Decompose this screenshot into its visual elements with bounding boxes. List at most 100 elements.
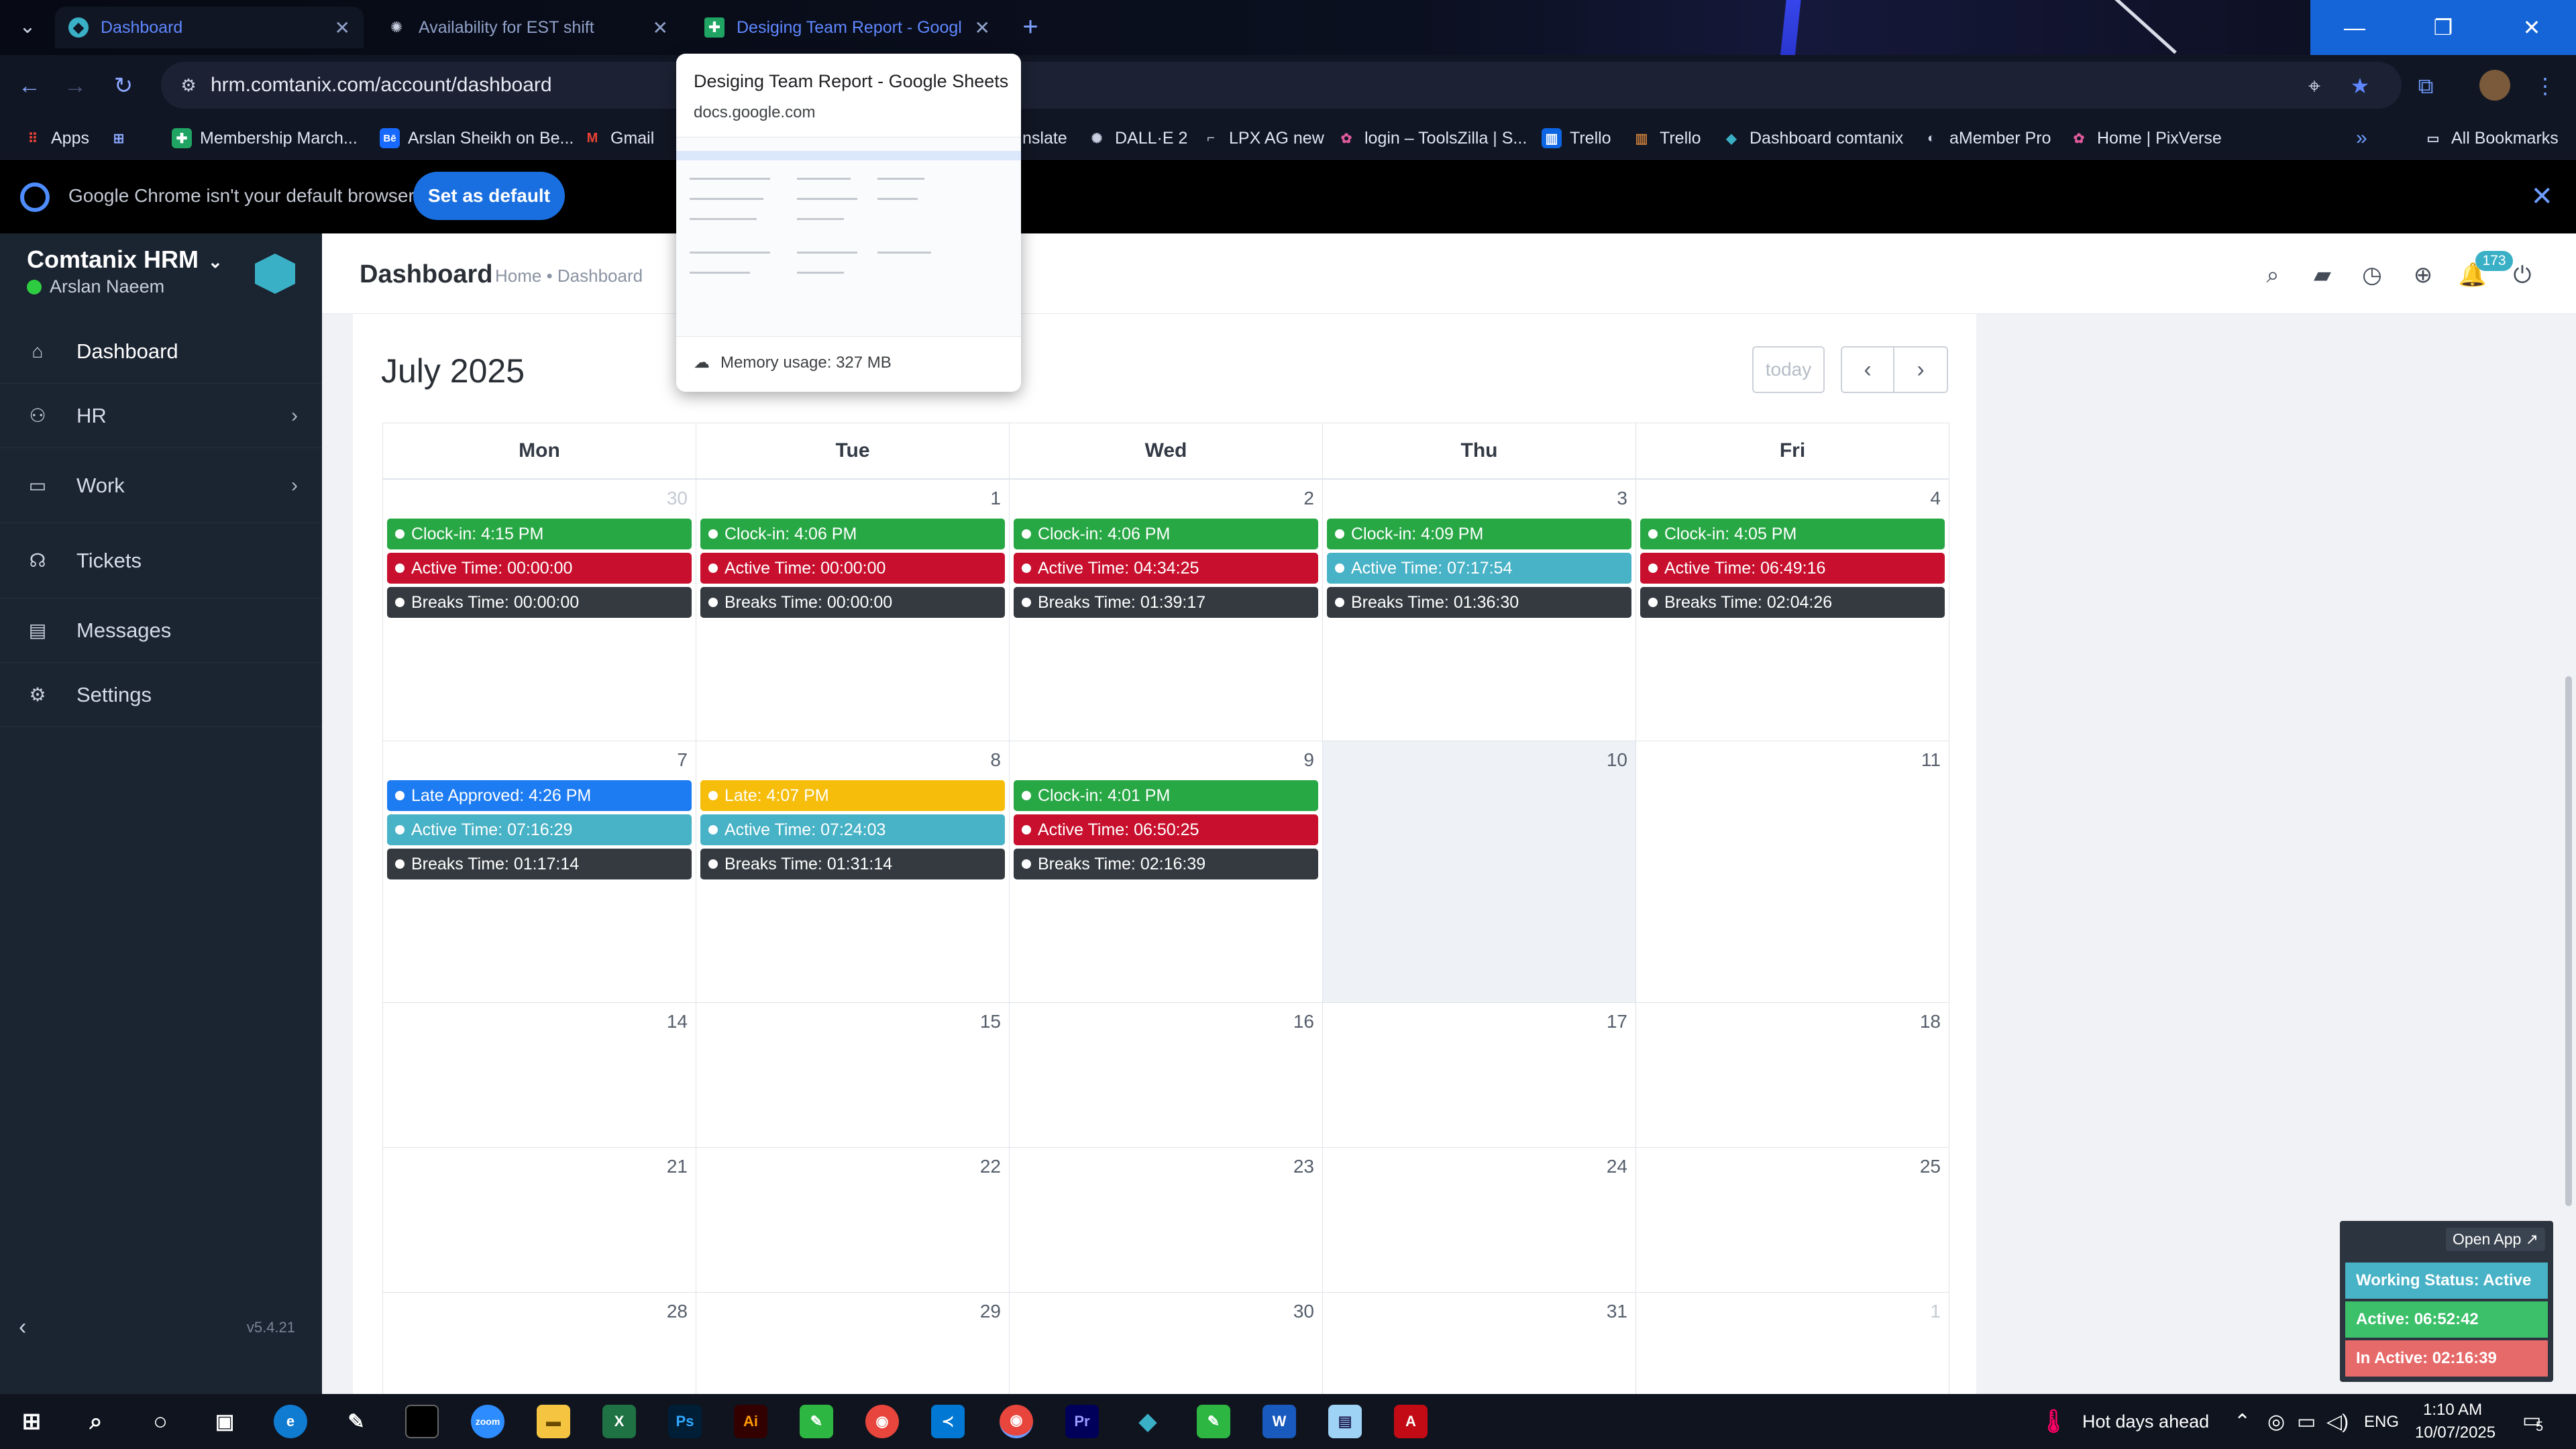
reload-button[interactable]: ↻: [106, 68, 141, 103]
day-number[interactable]: 31: [1607, 1301, 1627, 1322]
clock-date[interactable]: 10/07/2025: [2415, 1424, 2496, 1442]
calendar-event[interactable]: Breaks Time: 00:00:00: [387, 587, 692, 618]
notepad-icon[interactable]: ▤: [1328, 1405, 1362, 1438]
open-app-button[interactable]: Open App ↗: [2446, 1228, 2545, 1251]
weather-text[interactable]: Hot days ahead: [2082, 1411, 2209, 1432]
calendar-event[interactable]: Active Time: 04:34:25: [1014, 553, 1318, 584]
day-number[interactable]: 16: [1293, 1011, 1314, 1032]
vscode-icon[interactable]: ≺: [931, 1405, 965, 1438]
calendar-day-cell[interactable]: 3 Clock-in: 4:09 PM Active Time: 07:17:54 B…: [1322, 479, 1636, 741]
calendar-day-cell[interactable]: 9 Clock-in: 4:01 PM Active Time: 06:50:25 B…: [1009, 741, 1323, 1003]
calendar-day-cell[interactable]: 22: [696, 1147, 1010, 1293]
day-number[interactable]: 8: [990, 749, 1001, 771]
comtanix-app-icon[interactable]: ◆: [1131, 1405, 1165, 1438]
illustrator-icon[interactable]: Ai: [734, 1405, 767, 1438]
terminal-icon[interactable]: [405, 1405, 439, 1438]
calendar-event[interactable]: Clock-in: 4:01 PM: [1014, 780, 1318, 811]
bookmark-amember[interactable]: ◐ aMember Pro: [1921, 123, 2051, 153]
close-infobar-icon[interactable]: ✕: [2530, 181, 2553, 212]
clock-icon[interactable]: ◷: [2355, 258, 2390, 292]
day-number[interactable]: 24: [1607, 1156, 1627, 1177]
bookmark-dalle[interactable]: ✺ DALL·E 2: [1087, 123, 1188, 153]
calendar-event[interactable]: Active Time: 00:00:00: [700, 553, 1005, 584]
bookmark-lpx[interactable]: ⌐ LPX AG new: [1201, 123, 1324, 153]
day-number[interactable]: 21: [667, 1156, 688, 1177]
calendar-event[interactable]: Active Time: 07:16:29: [387, 814, 692, 845]
calendar-event[interactable]: Late: 4:07 PM: [700, 780, 1005, 811]
forward-button[interactable]: →: [58, 68, 93, 103]
sidebar-item-tickets[interactable]: ☊ Tickets: [0, 523, 322, 598]
chrome-menu-icon[interactable]: ⋮: [2529, 70, 2561, 102]
edge-icon[interactable]: e: [274, 1405, 307, 1438]
calendar-event[interactable]: Breaks Time: 02:16:39: [1014, 849, 1318, 879]
tray-chevron-icon[interactable]: ⌃: [2234, 1410, 2251, 1434]
calendar-day-cell[interactable]: 28: [382, 1292, 696, 1394]
day-number[interactable]: 18: [1920, 1011, 1941, 1032]
extensions-icon[interactable]: ⧉: [2410, 70, 2442, 102]
site-info-icon[interactable]: ⚙: [174, 71, 203, 99]
calendar-day-cell[interactable]: 4 Clock-in: 4:05 PM Active Time: 06:49:16 B…: [1635, 479, 1949, 741]
clock-time[interactable]: 1:10 AM: [2423, 1401, 2482, 1419]
minimize-button[interactable]: —: [2310, 0, 2399, 55]
sidebar-item-dashboard[interactable]: ⌂ Dashboard: [0, 319, 322, 384]
bookmark-pixverse[interactable]: ✿ Home | PixVerse: [2069, 123, 2222, 153]
day-number[interactable]: 11: [1921, 749, 1941, 771]
weather-icon[interactable]: 🌡: [2037, 1405, 2070, 1438]
day-number[interactable]: 25: [1920, 1156, 1941, 1177]
day-number[interactable]: 23: [1293, 1156, 1314, 1177]
close-window-button[interactable]: ✕: [2487, 0, 2576, 55]
task-view-icon[interactable]: ▣: [208, 1405, 241, 1438]
calendar-event[interactable]: Active Time: 06:49:16: [1640, 553, 1945, 584]
more-bookmarks-icon[interactable]: »: [2356, 123, 2367, 153]
calendar-event[interactable]: Breaks Time: 01:39:17: [1014, 587, 1318, 618]
calendar-event[interactable]: Clock-in: 4:06 PM: [700, 519, 1005, 549]
location-icon[interactable]: ⌖: [2298, 70, 2330, 102]
day-number[interactable]: 22: [980, 1156, 1001, 1177]
calendar-day-cell[interactable]: 31: [1322, 1292, 1636, 1394]
day-number[interactable]: 17: [1607, 1011, 1627, 1032]
day-number[interactable]: 1: [1930, 1301, 1941, 1322]
pen-icon[interactable]: ✎: [339, 1405, 373, 1438]
calendar-event[interactable]: Breaks Time: 01:31:14: [700, 849, 1005, 879]
search-icon[interactable]: ⌕: [2255, 258, 2290, 292]
calendar-event[interactable]: Breaks Time: 01:17:14: [387, 849, 692, 879]
premiere-icon[interactable]: Pr: [1065, 1405, 1099, 1438]
calendar-day-cell[interactable]: 23: [1009, 1147, 1323, 1293]
page-scrollbar[interactable]: [2561, 314, 2576, 1394]
calendar-event[interactable]: Active Time: 06:50:25: [1014, 814, 1318, 845]
calendar-day-cell[interactable]: 18: [1635, 1002, 1949, 1148]
sidebar-item-hr[interactable]: ⚇ HR ›: [0, 384, 322, 448]
day-number[interactable]: 15: [980, 1011, 1001, 1032]
close-tab-icon[interactable]: ✕: [653, 17, 668, 39]
calendar-day-cell[interactable]: 1 Clock-in: 4:06 PM Active Time: 00:00:00 B…: [696, 479, 1010, 741]
browser-tab-sheets[interactable]: ✚ Desiging Team Report - Google Sheets ✕: [691, 7, 1004, 48]
photoshop-icon[interactable]: Ps: [668, 1405, 702, 1438]
back-button[interactable]: ←: [12, 68, 47, 103]
bookmark-grid[interactable]: ⊞: [109, 123, 129, 153]
day-number[interactable]: 30: [1293, 1301, 1314, 1322]
calendar-event[interactable]: Breaks Time: 01:36:30: [1327, 587, 1631, 618]
tab-search-icon[interactable]: ⌄: [12, 11, 43, 43]
new-tab-button[interactable]: +: [1017, 9, 1044, 44]
chrome-active-icon[interactable]: ◉: [1000, 1405, 1033, 1438]
bookmark-membership[interactable]: ✚ Membership March...: [172, 123, 358, 153]
bookmark-dashboard-comtanix[interactable]: ◆ Dashboard comtanix: [1721, 123, 1903, 153]
calendar-day-cell[interactable]: 21: [382, 1147, 696, 1293]
day-number[interactable]: 3: [1617, 488, 1627, 509]
bookmark-star-icon[interactable]: ★: [2344, 70, 2376, 102]
close-tab-icon[interactable]: ✕: [335, 17, 350, 39]
browser-tab-availability[interactable]: ✺ Availability for EST shift ✕: [373, 7, 682, 48]
calendar-day-cell[interactable]: 10: [1322, 741, 1636, 1003]
day-number[interactable]: 4: [1930, 488, 1941, 509]
windows-start-icon[interactable]: ⊞: [15, 1405, 48, 1438]
day-number[interactable]: 14: [667, 1011, 688, 1032]
calendar-day-cell[interactable]: 7 Late Approved: 4:26 PM Active Time: 07:1…: [382, 741, 696, 1003]
profile-avatar[interactable]: [2479, 70, 2510, 101]
day-number[interactable]: 10: [1607, 749, 1627, 771]
bookmark-trello-2[interactable]: ▥ Trello: [1631, 123, 1701, 153]
calendar-event[interactable]: Breaks Time: 02:04:26: [1640, 587, 1945, 618]
add-icon[interactable]: ⊕: [2406, 258, 2440, 292]
today-button[interactable]: today: [1752, 346, 1825, 393]
excel-icon[interactable]: X: [602, 1405, 636, 1438]
browser-tab-dashboard[interactable]: ◆ Dashboard ✕: [55, 7, 364, 48]
